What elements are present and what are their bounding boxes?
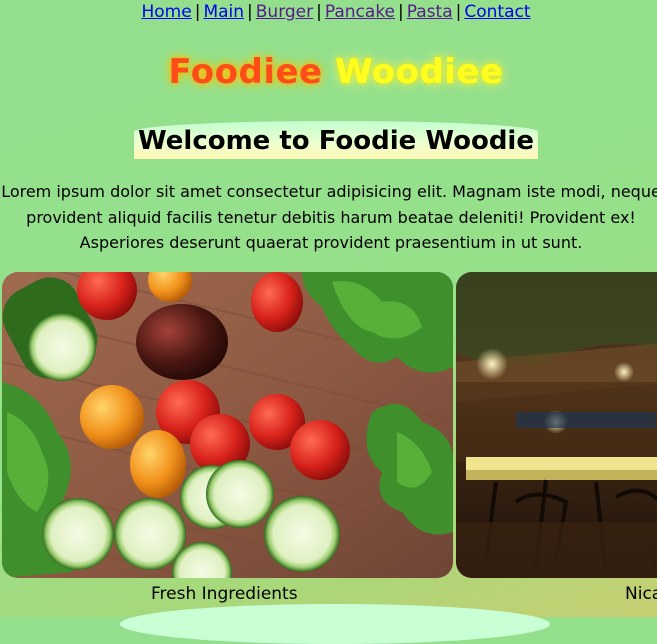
nav-separator: | (455, 2, 462, 22)
vegetables-photo (2, 272, 453, 578)
welcome-banner: Welcome to Foodie Woodie (134, 121, 538, 159)
restaurant-photo (456, 272, 657, 578)
top-nav: Home | Main | Burger | Pancake | Pasta | Contact (0, 2, 657, 22)
brand-word-woodiee: Woodiee (334, 52, 504, 92)
nav-link-pasta[interactable]: Pasta (407, 2, 453, 22)
nav-separator: | (316, 2, 322, 22)
card-caption-nica: Nica (625, 584, 657, 604)
nav-separator: | (398, 2, 404, 22)
nav-link-burger[interactable]: Burger (256, 2, 313, 22)
nav-link-contact[interactable]: Contact (464, 2, 530, 22)
nav-link-home[interactable]: Home (142, 2, 192, 22)
nav-link-pancake[interactable]: Pancake (325, 2, 395, 22)
next-section-banner (120, 604, 550, 644)
fresh-ingredients-image (2, 272, 453, 578)
site-brand: Foodiee Woodiee (0, 52, 657, 92)
nav-separator: | (194, 2, 201, 22)
nav-link-main[interactable]: Main (203, 2, 244, 22)
restaurant-image (456, 272, 657, 578)
card-caption-fresh-ingredients: Fresh Ingredients (151, 584, 298, 604)
nav-separator: | (247, 2, 253, 22)
brand-word-foodiee: Foodiee (168, 52, 323, 92)
intro-paragraph: Lorem ipsum dolor sit amet consectetur a… (1, 182, 657, 252)
welcome-heading: Welcome to Foodie Woodie (138, 126, 534, 156)
